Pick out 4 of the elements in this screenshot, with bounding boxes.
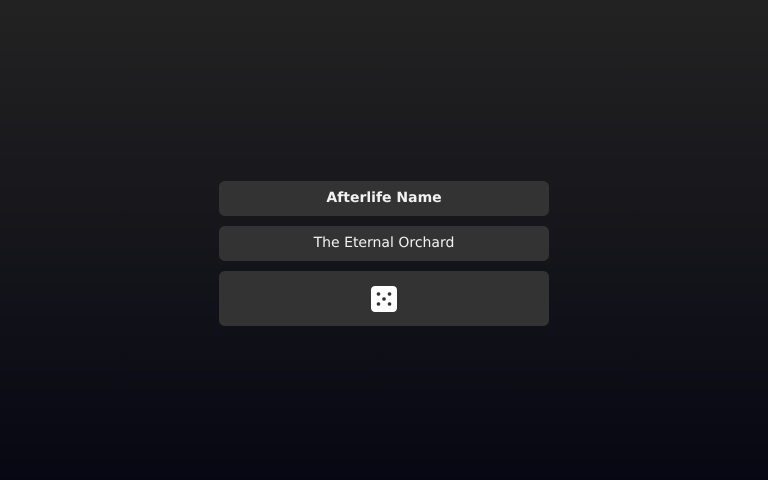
randomize-button[interactable] xyxy=(219,271,549,326)
afterlife-name-heading: Afterlife Name xyxy=(219,181,549,216)
generated-name: The Eternal Orchard xyxy=(219,226,549,261)
dice-icon xyxy=(371,286,397,312)
